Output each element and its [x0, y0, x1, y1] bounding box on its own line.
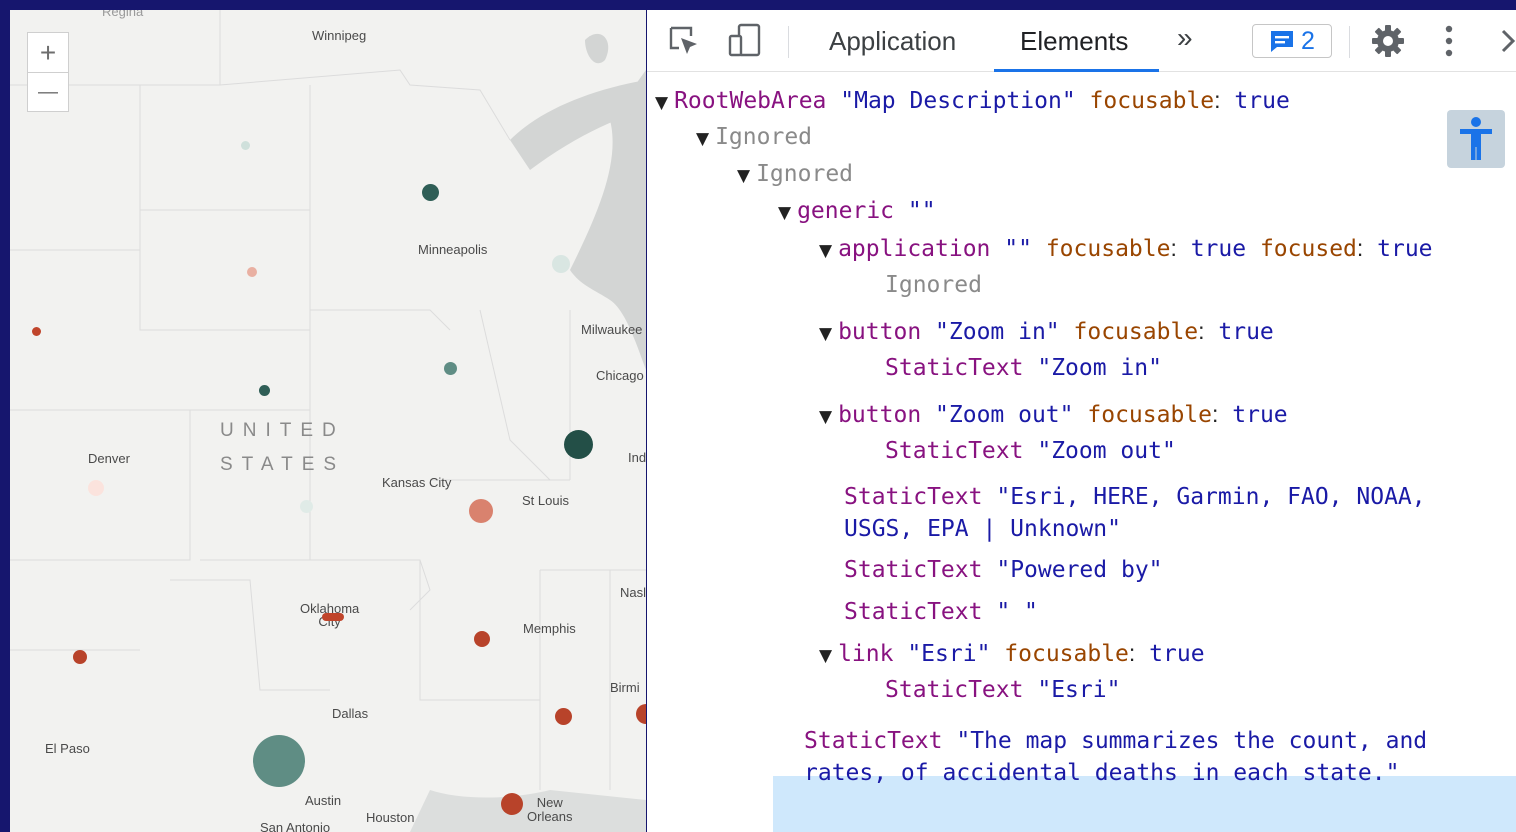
- expand-triangle-icon[interactable]: ▼: [778, 203, 791, 223]
- city-label-indianapolis: Ind: [628, 450, 646, 465]
- devtools-panel: Application Elements » 2 ▼ RootWebArea "M…: [647, 10, 1516, 832]
- tree-node-static-text[interactable]: StaticText "Esri, HERE, Garmin, FAO, NOA…: [844, 481, 1426, 513]
- expand-triangle-icon[interactable]: ▼: [819, 324, 832, 344]
- tree-node-static-text[interactable]: StaticText "Powered by": [844, 554, 1163, 586]
- city-label-birmingham: Birmi: [610, 680, 640, 695]
- map-data-dot[interactable]: [444, 362, 457, 375]
- city-label-milwaukee: Milwaukee: [581, 322, 643, 337]
- map-data-dot[interactable]: [422, 184, 439, 201]
- tree-node-static-text-selected[interactable]: StaticText "The map summarizes the count…: [804, 725, 1427, 757]
- accessibility-person-icon: [1460, 117, 1492, 160]
- city-label-austin: Austin: [305, 793, 342, 808]
- toolbar-separator: [788, 26, 789, 58]
- issues-count: 2: [1301, 26, 1315, 55]
- tree-node-generic[interactable]: ▼ generic "": [778, 195, 936, 229]
- inspect-element-icon[interactable]: [667, 24, 701, 63]
- tree-node-static-text[interactable]: StaticText "Esri": [885, 674, 1120, 706]
- tree-node-ignored[interactable]: Ignored: [885, 269, 982, 301]
- map-data-dot[interactable]: [555, 708, 572, 725]
- devtools-toolbar: Application Elements » 2: [647, 10, 1516, 72]
- city-label-chicago: Chicago: [596, 368, 644, 383]
- map-data-dot[interactable]: [300, 500, 313, 513]
- toolbar-separator: [1349, 26, 1350, 58]
- city-label-st-louis: St Louis: [522, 493, 569, 508]
- map-data-dot[interactable]: [469, 499, 493, 523]
- tree-node-static-text[interactable]: StaticText "Zoom out": [885, 435, 1176, 467]
- city-label-nashville: Nasl: [620, 585, 646, 600]
- issues-button[interactable]: 2: [1252, 24, 1332, 58]
- map-data-dot[interactable]: [322, 613, 344, 621]
- tree-node-static-text[interactable]: StaticText " ": [844, 596, 1038, 628]
- country-label-line2: STATES: [220, 454, 346, 475]
- tab-elements[interactable]: Elements: [1020, 26, 1128, 57]
- city-label-minneapolis: Minneapolis: [418, 242, 488, 257]
- city-label-dallas: Dallas: [332, 706, 369, 721]
- accessibility-tree-toggle-button[interactable]: [1447, 110, 1505, 168]
- kebab-menu-icon[interactable]: [1444, 24, 1454, 63]
- map-data-dot[interactable]: [474, 631, 490, 647]
- tree-node-static-text[interactable]: StaticText "Zoom in": [885, 352, 1162, 384]
- map-data-dot[interactable]: [32, 327, 41, 336]
- tree-node-zoom-in-button[interactable]: ▼ button "Zoom in" focusable: true: [819, 315, 1274, 350]
- map-data-dot[interactable]: [552, 255, 570, 273]
- tree-node-ignored[interactable]: ▼ Ignored: [696, 121, 812, 155]
- map-view[interactable]: + — Regina Winnipeg Minneapolis Milwauke…: [10, 10, 646, 832]
- device-toolbar-icon[interactable]: [727, 22, 763, 63]
- tree-node-application[interactable]: ▼ application "" focusable: true focused:…: [819, 232, 1433, 267]
- expand-triangle-icon[interactable]: ▼: [819, 407, 832, 427]
- tree-node-root[interactable]: ▼ RootWebArea "Map Description" focusable…: [655, 84, 1290, 119]
- city-label-houston: Houston: [366, 810, 415, 825]
- expand-triangle-icon[interactable]: ▼: [819, 646, 832, 666]
- city-label-new-orleans: New Orleans: [527, 795, 573, 824]
- country-label-line1: UNITED: [220, 420, 345, 441]
- more-tabs-button[interactable]: »: [1177, 22, 1193, 54]
- city-label-denver: Denver: [88, 451, 130, 466]
- chevron-right-icon[interactable]: [1500, 28, 1516, 59]
- city-label-regina: Regina: [102, 10, 144, 19]
- tree-node-ignored[interactable]: ▼ Ignored: [737, 158, 853, 192]
- map-data-dot[interactable]: [88, 480, 104, 496]
- city-label-kansas-city: Kansas City: [382, 475, 452, 490]
- map-data-dot[interactable]: [247, 267, 257, 277]
- issues-message-icon: [1271, 31, 1294, 52]
- city-label-san-antonio: San Antonio: [260, 820, 331, 832]
- gear-icon[interactable]: [1371, 24, 1405, 63]
- tree-node-static-text-continued: rates, of accidental deaths in each stat…: [804, 760, 1400, 786]
- expand-triangle-icon[interactable]: ▼: [655, 93, 668, 113]
- accessibility-tree: ▼ RootWebArea "Map Description" focusable…: [647, 72, 1516, 832]
- tab-application[interactable]: Application: [829, 26, 956, 57]
- expand-triangle-icon[interactable]: ▼: [696, 129, 709, 149]
- map-data-dot[interactable]: [564, 430, 593, 459]
- map-data-dot[interactable]: [253, 735, 305, 787]
- city-label-memphis: Memphis: [523, 621, 576, 636]
- tree-node-static-text-continued: USGS, EPA | Unknown": [844, 516, 1121, 542]
- expand-triangle-icon[interactable]: ▼: [737, 166, 750, 186]
- city-label-el-paso: El Paso: [45, 741, 90, 756]
- map-data-dot[interactable]: [259, 385, 270, 396]
- tree-node-zoom-out-button[interactable]: ▼ button "Zoom out" focusable: true: [819, 398, 1288, 433]
- map-data-dot[interactable]: [501, 793, 523, 815]
- zoom-in-button[interactable]: +: [27, 32, 69, 72]
- city-label-winnipeg: Winnipeg: [312, 28, 367, 43]
- map-data-dot[interactable]: [73, 650, 87, 664]
- map-data-dot[interactable]: [241, 141, 250, 150]
- tree-node-link[interactable]: ▼ link "Esri" focusable: true: [819, 637, 1205, 672]
- zoom-out-button[interactable]: —: [27, 72, 69, 112]
- expand-triangle-icon[interactable]: ▼: [819, 241, 832, 261]
